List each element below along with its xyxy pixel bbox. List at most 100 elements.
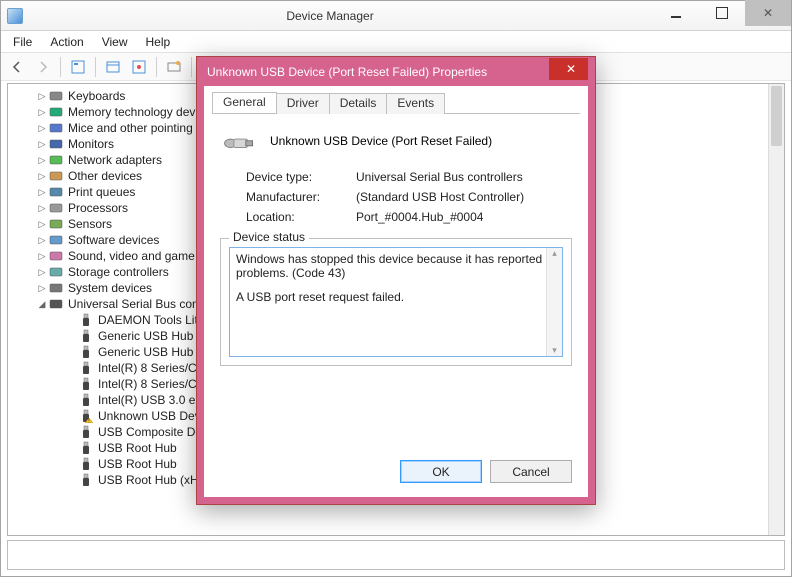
nav-back-button[interactable]: [5, 56, 29, 78]
menu-view[interactable]: View: [94, 33, 136, 51]
menu-action[interactable]: Action: [42, 33, 91, 51]
close-button[interactable]: [745, 0, 791, 26]
category-icon: [48, 185, 64, 199]
tree-toggle-icon[interactable]: ▷: [36, 171, 48, 182]
usb-icon: [78, 345, 94, 359]
tb-icon-2[interactable]: [127, 56, 151, 78]
category-icon: [48, 201, 64, 215]
menu-file[interactable]: File: [5, 33, 40, 51]
properties-dialog: Unknown USB Device (Port Reset Failed) P…: [196, 56, 596, 505]
category-label: Monitors: [68, 137, 114, 151]
category-label: Network adapters: [68, 153, 162, 167]
usb-device-icon: [222, 128, 256, 154]
tree-toggle-icon[interactable]: ▷: [36, 187, 48, 198]
tree-toggle-icon[interactable]: ▷: [36, 251, 48, 262]
usb-icon: [78, 441, 94, 455]
category-icon: [48, 153, 64, 167]
menu-help[interactable]: Help: [138, 33, 179, 51]
menubar: File Action View Help: [1, 31, 791, 53]
device-type-value: Universal Serial Bus controllers: [356, 170, 570, 184]
dialog-close-button[interactable]: ✕: [549, 58, 593, 80]
category-label: Keyboards: [68, 89, 125, 103]
device-name: Unknown USB Device (Port Reset Failed): [270, 134, 492, 148]
device-label: Generic USB Hub: [98, 345, 193, 359]
category-icon: [48, 265, 64, 279]
category-icon: [48, 89, 64, 103]
status-line-1: Windows has stopped this device because …: [236, 252, 556, 280]
status-area: [7, 540, 785, 570]
category-label: Other devices: [68, 169, 142, 183]
window-controls: [653, 1, 791, 30]
device-label: USB Root Hub: [98, 457, 177, 471]
tb-icon-3[interactable]: [162, 56, 186, 78]
category-icon: [48, 169, 64, 183]
maximize-button[interactable]: [699, 0, 745, 26]
tab-general[interactable]: General: [212, 92, 277, 113]
device-header: Unknown USB Device (Port Reset Failed): [212, 114, 580, 164]
status-line-2: A USB port reset request failed.: [236, 290, 556, 304]
toolbar-separator: [156, 57, 157, 77]
tree-toggle-icon[interactable]: ▷: [36, 123, 48, 134]
tab-details[interactable]: Details: [329, 93, 388, 114]
usb-icon: [78, 425, 94, 439]
category-icon: [48, 233, 64, 247]
dialog-title-text: Unknown USB Device (Port Reset Failed) P…: [207, 65, 549, 79]
device-label: Generic USB Hub: [98, 329, 193, 343]
category-label: Sensors: [68, 217, 112, 231]
tree-toggle-icon[interactable]: ▷: [36, 107, 48, 118]
properties-button[interactable]: [66, 56, 90, 78]
device-label: USB Root Hub: [98, 441, 177, 455]
tree-toggle-icon[interactable]: ▷: [36, 283, 48, 294]
usb-icon: [78, 329, 94, 343]
titlebar: Device Manager: [1, 1, 791, 31]
tree-toggle-icon[interactable]: ▷: [36, 235, 48, 246]
category-label: Processors: [68, 201, 128, 215]
dialog-buttons: OK Cancel: [400, 460, 572, 483]
tb-icon-1[interactable]: [101, 56, 125, 78]
tree-toggle-icon[interactable]: ▷: [36, 155, 48, 166]
category-icon: [48, 105, 64, 119]
tree-toggle-icon[interactable]: ◢: [36, 299, 48, 310]
usb-icon: [78, 313, 94, 327]
cancel-button[interactable]: Cancel: [490, 460, 572, 483]
category-icon: [48, 217, 64, 231]
minimize-button[interactable]: [653, 0, 699, 26]
usb-icon: [78, 377, 94, 391]
location-value: Port_#0004.Hub_#0004: [356, 210, 570, 224]
device-status-text[interactable]: Windows has stopped this device because …: [229, 247, 563, 357]
tree-toggle-icon[interactable]: ▷: [36, 139, 48, 150]
tab-driver[interactable]: Driver: [276, 93, 330, 114]
category-label: Memory technology devices: [68, 105, 217, 119]
location-label: Location:: [246, 210, 356, 224]
usb-icon: !: [78, 409, 94, 423]
manufacturer-label: Manufacturer:: [246, 190, 356, 204]
category-icon: [48, 137, 64, 151]
usb-icon: [78, 393, 94, 407]
category-label: Print queues: [68, 185, 135, 199]
device-status-group: Device status Windows has stopped this d…: [220, 238, 572, 366]
category-icon: [48, 121, 64, 135]
nav-forward-button[interactable]: [31, 56, 55, 78]
status-scrollbar[interactable]: [546, 248, 562, 356]
category-label: System devices: [68, 281, 152, 295]
device-status-legend: Device status: [229, 230, 309, 244]
tab-events[interactable]: Events: [386, 93, 445, 114]
tree-toggle-icon[interactable]: ▷: [36, 91, 48, 102]
dialog-body: General Driver Details Events Unknown US…: [204, 86, 588, 497]
usb-icon: [78, 473, 94, 487]
toolbar-separator: [191, 57, 192, 77]
tree-toggle-icon[interactable]: ▷: [36, 267, 48, 278]
category-label: Storage controllers: [68, 265, 169, 279]
scrollbar-thumb[interactable]: [771, 86, 782, 146]
device-info-table: Device type: Universal Serial Bus contro…: [212, 164, 580, 234]
tree-toggle-icon[interactable]: ▷: [36, 219, 48, 230]
toolbar-separator: [60, 57, 61, 77]
category-icon: [48, 249, 64, 263]
vertical-scrollbar[interactable]: [768, 84, 784, 535]
device-type-label: Device type:: [246, 170, 356, 184]
dialog-tabs: General Driver Details Events: [212, 92, 580, 114]
close-icon: ✕: [566, 62, 576, 76]
dialog-titlebar[interactable]: Unknown USB Device (Port Reset Failed) P…: [197, 57, 595, 86]
tree-toggle-icon[interactable]: ▷: [36, 203, 48, 214]
ok-button[interactable]: OK: [400, 460, 482, 483]
